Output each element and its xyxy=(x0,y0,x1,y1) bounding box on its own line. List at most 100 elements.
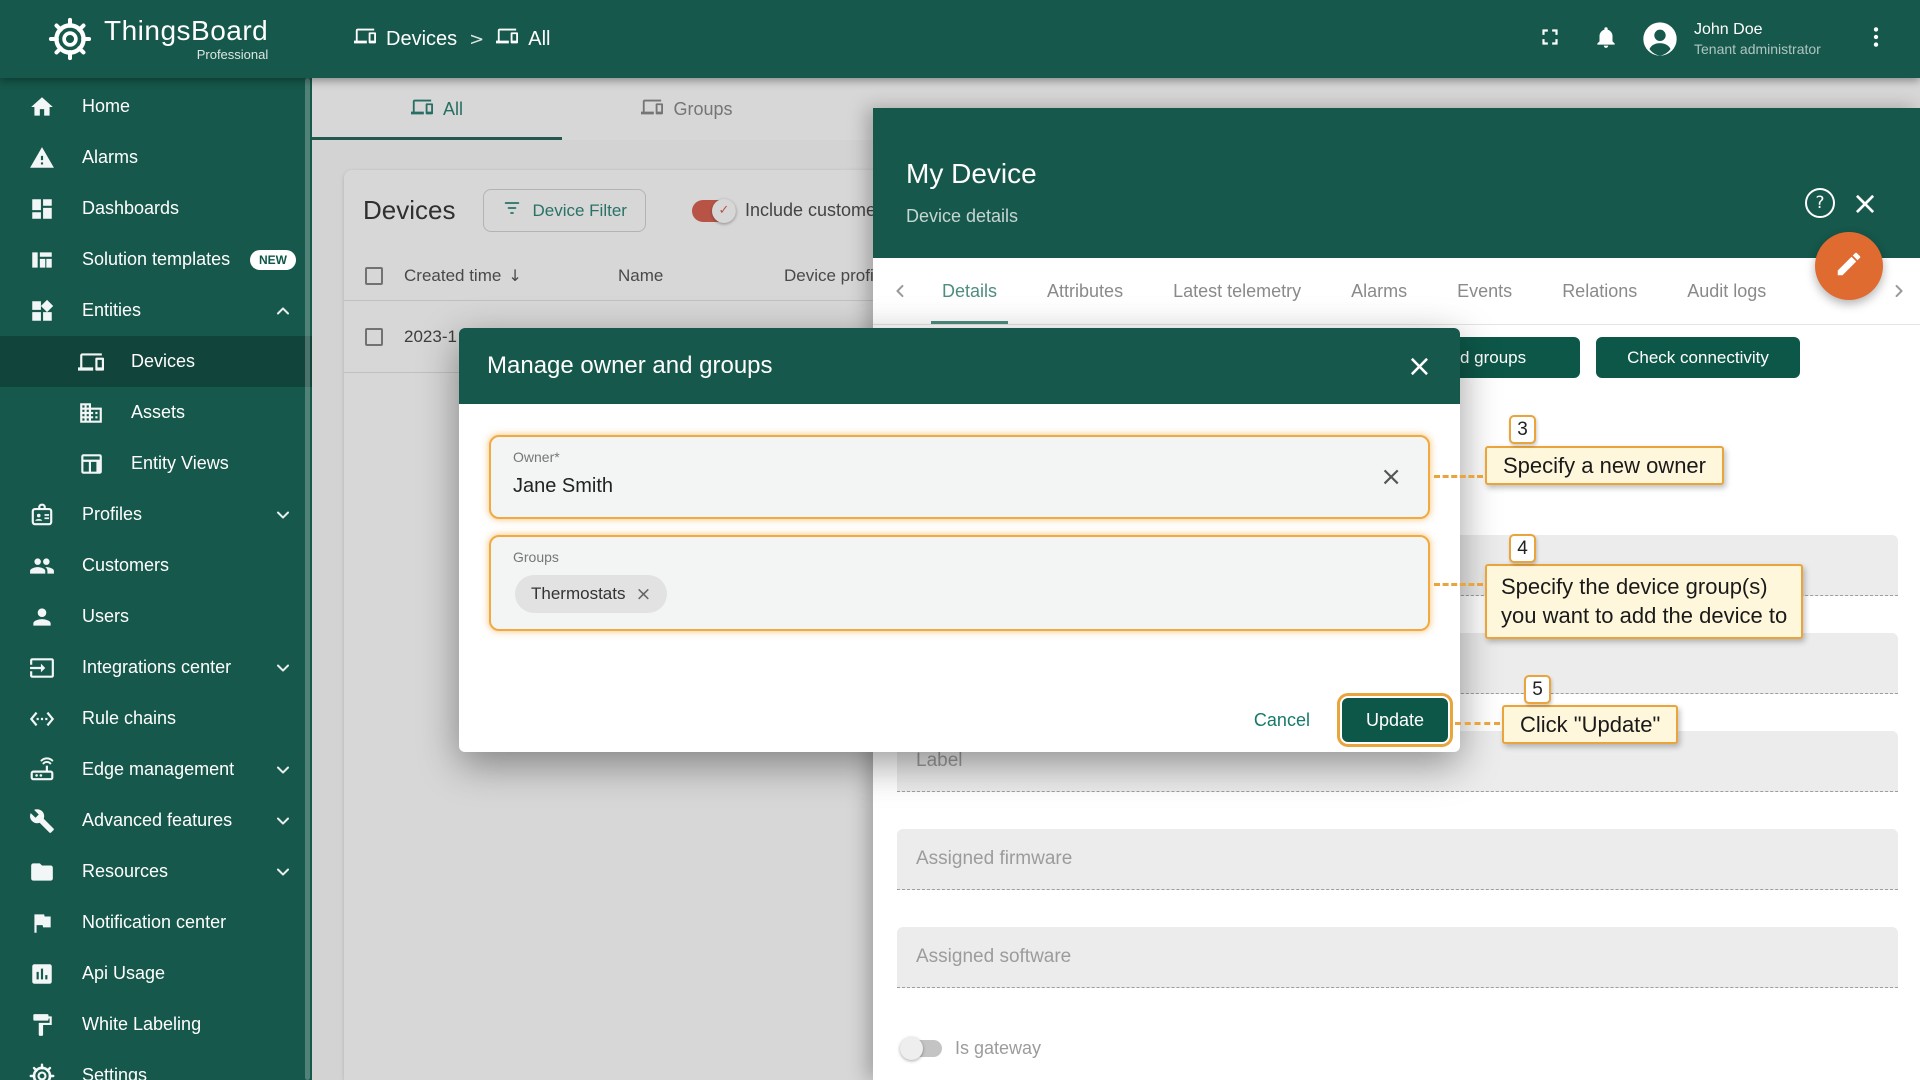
sidebar-item-assets[interactable]: Assets xyxy=(0,387,312,438)
panel-tab-relations[interactable]: Relations xyxy=(1537,258,1662,324)
breadcrumb-separator: > xyxy=(469,28,485,50)
sidebar-item-label: Edge management xyxy=(82,759,235,779)
update-button[interactable]: Update xyxy=(1341,698,1448,742)
sidebar-item-label: White Labeling xyxy=(82,1014,202,1034)
tabs-scroll-right-icon[interactable] xyxy=(1882,280,1916,302)
breadcrumb-devices[interactable]: Devices xyxy=(354,25,457,53)
sidebar-item-entity-views[interactable]: Entity Views xyxy=(0,438,312,489)
cancel-button[interactable]: Cancel xyxy=(1248,702,1316,739)
assigned-software-field[interactable]: Assigned software xyxy=(897,927,1898,988)
sidebar-item-white-labeling[interactable]: White Labeling xyxy=(0,999,312,1050)
thingsboard-logo-icon xyxy=(48,17,92,61)
chip-remove-icon[interactable]: × xyxy=(635,583,651,605)
owner-clear-icon[interactable]: × xyxy=(1380,462,1402,492)
sidebar-item-alarms[interactable]: Alarms xyxy=(0,132,312,183)
step-4-callout: Specify the device group(s) you want to … xyxy=(1485,564,1804,640)
alarms-icon xyxy=(29,145,55,171)
sidebar-item-advanced-features[interactable]: Advanced features xyxy=(0,795,312,846)
paint-icon xyxy=(29,1012,55,1038)
groups-field[interactable]: Groups Thermostats × xyxy=(489,535,1430,631)
sidebar: Home Alarms Dashboards Solution templates NE… xyxy=(0,78,312,1080)
sidebar-item-solution-templates[interactable]: Solution templates NEW xyxy=(0,234,312,285)
panel-tab-alarms[interactable]: Alarms xyxy=(1326,258,1432,324)
app-name: ThingsBoard xyxy=(104,15,269,47)
group-chip-thermostats[interactable]: Thermostats × xyxy=(515,575,668,613)
avatar-icon xyxy=(1640,22,1680,63)
chip-label: Thermostats xyxy=(531,584,626,603)
sidebar-item-users[interactable]: Users xyxy=(0,591,312,642)
app-logo[interactable]: ThingsBoard Professional xyxy=(0,16,312,61)
assigned-firmware-placeholder: Assigned firmware xyxy=(916,848,1073,869)
sidebar-item-edge-management[interactable]: Edge management xyxy=(0,744,312,795)
tabs-scroll-left-icon[interactable] xyxy=(883,280,917,302)
sidebar-scrollbar[interactable] xyxy=(305,78,310,1080)
breadcrumb: Devices > All xyxy=(354,25,550,53)
topbar-actions: John Doe Tenant administrator xyxy=(1528,17,1920,61)
sidebar-item-notification-center[interactable]: Notification center xyxy=(0,897,312,948)
user-avatar[interactable] xyxy=(1640,19,1680,59)
panel-tab-events[interactable]: Events xyxy=(1432,258,1537,324)
sidebar-item-home[interactable]: Home xyxy=(0,81,312,132)
sidebar-item-label: Assets xyxy=(131,402,186,422)
sidebar-item-label: Dashboards xyxy=(82,198,180,218)
resources-icon xyxy=(29,859,55,885)
owner-field-value: Jane Smith xyxy=(513,475,614,497)
panel-close-button[interactable]: × xyxy=(1847,186,1883,222)
fullscreen-button[interactable] xyxy=(1528,17,1572,61)
panel-tab-audit-logs[interactable]: Audit logs xyxy=(1662,258,1791,324)
notifications-button[interactable] xyxy=(1584,17,1628,61)
logo-text-block: ThingsBoard Professional xyxy=(104,16,268,61)
breadcrumb-all-label: All xyxy=(528,27,551,50)
device-title: My Device xyxy=(906,158,1037,189)
sidebar-item-settings[interactable]: Settings xyxy=(0,1050,312,1080)
sidebar-item-profiles[interactable]: Profiles xyxy=(0,489,312,540)
dialog-title: Manage owner and groups xyxy=(487,352,773,379)
sidebar-item-label: Users xyxy=(82,606,130,626)
sidebar-item-devices[interactable]: Devices xyxy=(0,336,312,387)
app-root: ThingsBoard Professional Devices > All J… xyxy=(0,0,1920,1080)
is-gateway-toggle[interactable] xyxy=(900,1037,942,1060)
panel-tab-details[interactable]: Details xyxy=(917,258,1022,324)
panel-tab-latest-telemetry[interactable]: Latest telemetry xyxy=(1148,258,1326,324)
user-info[interactable]: John Doe Tenant administrator xyxy=(1694,20,1842,59)
sidebar-item-dashboards[interactable]: Dashboards xyxy=(0,183,312,234)
more-menu-button[interactable] xyxy=(1854,17,1898,61)
sidebar-item-resources[interactable]: Resources xyxy=(0,846,312,897)
kebab-menu-icon xyxy=(1863,24,1889,55)
sidebar-item-label: Rule chains xyxy=(82,708,177,728)
views-icon xyxy=(78,451,104,477)
sidebar-item-integrations-center[interactable]: Integrations center xyxy=(0,642,312,693)
owner-field-label: Owner* xyxy=(513,449,560,465)
chevron-down-icon xyxy=(272,861,294,883)
edit-fab[interactable] xyxy=(1815,232,1883,300)
top-header: ThingsBoard Professional Devices > All J… xyxy=(0,0,1920,78)
sidebar-item-label: Notification center xyxy=(82,912,227,932)
device-details-header: My Device Device details ? × xyxy=(873,108,1920,258)
breadcrumb-all[interactable]: All xyxy=(496,25,550,53)
notification-icon xyxy=(29,910,55,936)
sidebar-item-entities[interactable]: Entities xyxy=(0,285,312,336)
sidebar-item-api-usage[interactable]: Api Usage xyxy=(0,948,312,999)
sidebar-item-label: Entities xyxy=(82,300,142,320)
toggle-knob xyxy=(900,1037,923,1060)
sidebar-item-rule-chains[interactable]: Rule chains xyxy=(0,693,312,744)
chevron-down-icon xyxy=(272,504,294,526)
sidebar-item-customers[interactable]: Customers xyxy=(0,540,312,591)
solution-icon xyxy=(29,247,55,273)
sidebar-item-label: Solution templates xyxy=(82,249,231,269)
help-button[interactable]: ? xyxy=(1805,188,1835,218)
assigned-firmware-field[interactable]: Assigned firmware xyxy=(897,829,1898,890)
check-connectivity-button[interactable]: Check connectivity xyxy=(1596,337,1800,378)
device-subtitle: Device details xyxy=(906,206,1019,226)
sidebar-item-label: Devices xyxy=(131,351,196,371)
chevron-up-icon xyxy=(272,300,294,322)
chevron-down-icon xyxy=(272,759,294,781)
dialog-close-button[interactable]: × xyxy=(1407,349,1432,384)
sidebar-item-label: Api Usage xyxy=(82,963,166,983)
rules-icon xyxy=(29,706,55,732)
panel-tab-attributes[interactable]: Attributes xyxy=(1022,258,1148,324)
assets-icon xyxy=(78,400,104,426)
owner-field[interactable]: Owner* Jane Smith × xyxy=(489,435,1430,519)
advanced-icon xyxy=(29,808,55,834)
bell-icon xyxy=(1593,24,1619,55)
